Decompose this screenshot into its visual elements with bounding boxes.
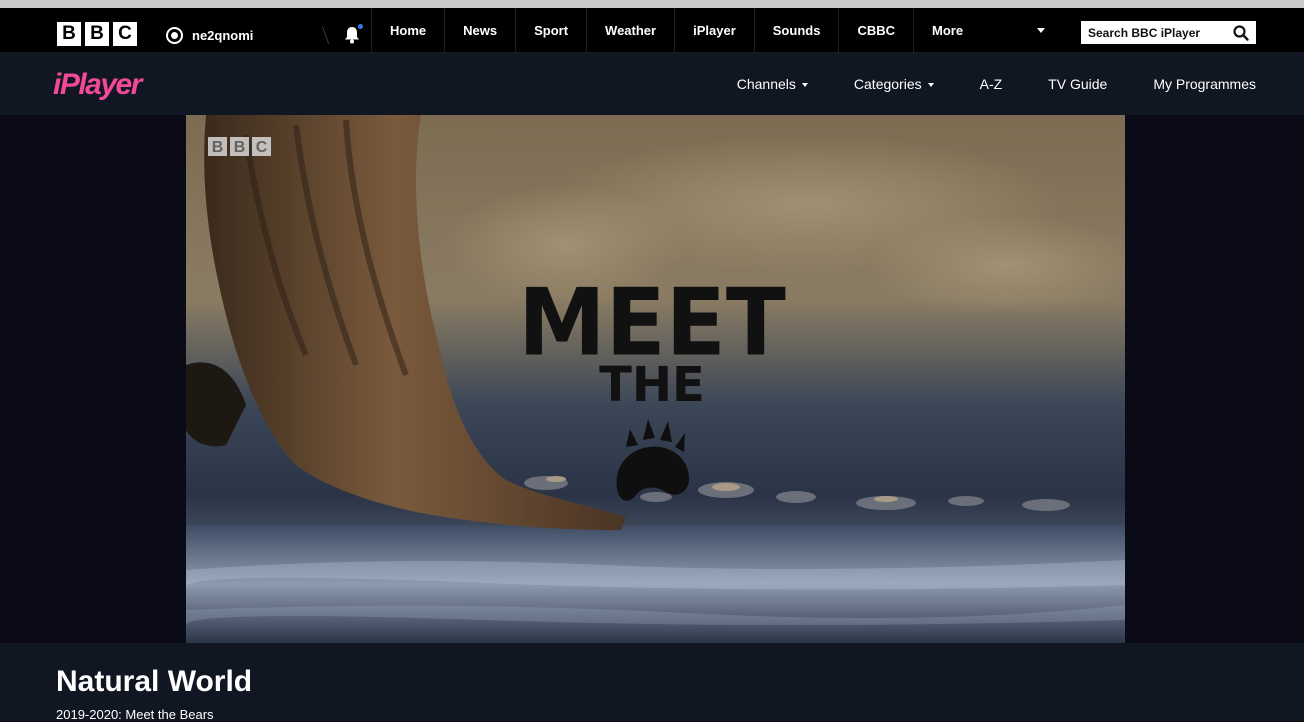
nav-cbbc[interactable]: CBBC xyxy=(838,8,913,53)
bbc-logo-letter: B xyxy=(57,22,81,46)
svg-text:B: B xyxy=(212,139,224,156)
notification-dot xyxy=(358,24,363,29)
bell-icon xyxy=(344,27,359,44)
search-icon[interactable] xyxy=(1232,24,1250,42)
search-form xyxy=(1081,21,1256,44)
episode-subtitle: 2019-2020: Meet the Bears xyxy=(56,707,214,722)
bbc-logo-letter: C xyxy=(113,22,137,46)
nav-a-z[interactable]: A-Z xyxy=(980,76,1003,92)
chevron-down-icon xyxy=(801,83,808,87)
iplayer-logo-text: iPlayer xyxy=(53,68,145,101)
nav-channels-label: Channels xyxy=(736,76,796,92)
divider xyxy=(312,26,330,44)
bbc-logo[interactable]: B B C xyxy=(57,22,137,46)
nav-sport[interactable]: Sport xyxy=(515,8,586,53)
nav-channels[interactable]: Channels xyxy=(737,76,808,92)
search-input[interactable] xyxy=(1088,25,1228,40)
nav-more[interactable]: More xyxy=(913,8,1017,53)
chevron-down-icon xyxy=(927,83,934,87)
nav-tv-guide[interactable]: TV Guide xyxy=(1048,76,1107,92)
account-name: ne2qnomi xyxy=(192,27,254,43)
nav-sounds[interactable]: Sounds xyxy=(753,8,839,53)
svg-text:B: B xyxy=(234,139,246,156)
bbc-global-bar: B B C ne2qnomi Home News Sport Weather i… xyxy=(0,0,1304,53)
nav-iplayer[interactable]: iPlayer xyxy=(674,8,754,53)
account-icon xyxy=(166,26,183,44)
svg-text:C: C xyxy=(256,139,268,156)
global-nav: Home News Sport Weather iPlayer Sounds C… xyxy=(371,8,1017,53)
nav-my-programmes[interactable]: My Programmes xyxy=(1153,76,1256,92)
iplayer-bar: iPlayer Channels Categories A-Z TV Guide… xyxy=(0,53,1304,115)
nav-news[interactable]: News xyxy=(444,8,515,53)
account-link[interactable]: ne2qnomi xyxy=(166,20,253,50)
iplayer-nav: Channels Categories A-Z TV Guide My Prog… xyxy=(691,53,1256,115)
player-stage: B B C MEET THE xyxy=(0,115,1304,643)
nav-home[interactable]: Home xyxy=(371,8,444,53)
video-player[interactable]: B B C MEET THE xyxy=(186,115,1125,643)
iplayer-logo[interactable]: iPlayer xyxy=(53,67,163,106)
notifications-button[interactable] xyxy=(333,20,370,50)
bbc-logo-letter: B xyxy=(85,22,109,46)
title-card-line-2: THE xyxy=(599,357,705,413)
nav-categories-label: Categories xyxy=(853,76,922,92)
programme-title: Natural World xyxy=(56,665,253,698)
programme-info: Natural World 2019-2020: Meet the Bears xyxy=(0,643,1304,722)
nav-categories[interactable]: Categories xyxy=(854,76,934,92)
chevron-down-icon xyxy=(1037,28,1045,33)
nav-weather[interactable]: Weather xyxy=(586,8,674,53)
